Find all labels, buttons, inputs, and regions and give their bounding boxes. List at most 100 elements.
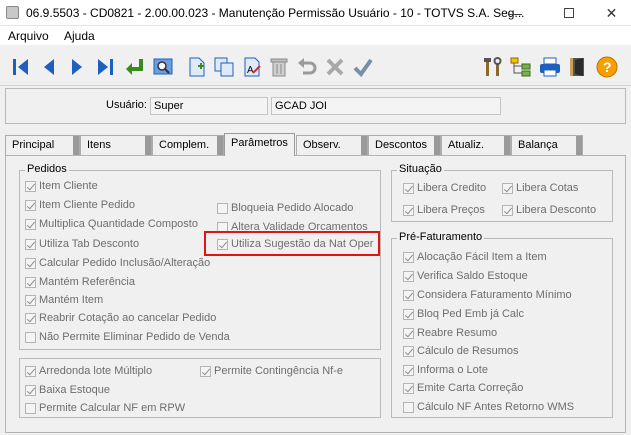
undo-button[interactable] — [294, 54, 320, 80]
checkbox[interactable] — [403, 345, 414, 357]
next-record-button[interactable] — [64, 54, 90, 80]
tab-parametros[interactable]: Parâmetros — [224, 133, 295, 156]
tree-button[interactable] — [508, 54, 534, 80]
checkbox-mantem-referencia[interactable]: Mantém Referência — [25, 275, 135, 289]
checkbox[interactable] — [25, 218, 36, 230]
tab-complem[interactable]: Complem. — [152, 135, 224, 155]
checkbox[interactable] — [403, 401, 414, 413]
checkbox[interactable] — [25, 238, 36, 250]
tools-icon — [484, 57, 502, 76]
checkbox[interactable] — [25, 276, 36, 288]
checkbox[interactable] — [403, 251, 414, 263]
checkbox-multiplica-quantidade[interactable]: Multiplica Quantidade Composto — [25, 217, 198, 231]
checkbox[interactable] — [25, 199, 36, 211]
checkbox[interactable] — [25, 257, 36, 269]
checkbox-label: Não Permite Eliminar Pedido de Venda — [39, 331, 230, 343]
copy-button[interactable] — [211, 54, 237, 80]
close-button[interactable]: ✕ — [592, 0, 631, 26]
delete-icon — [270, 58, 288, 77]
checkbox-arredonda-lote[interactable]: Arredonda lote Múltiplo — [25, 364, 152, 378]
tab-itens[interactable]: Itens — [80, 135, 152, 155]
checkbox-item-cliente[interactable]: Item Cliente — [25, 179, 98, 193]
checkbox-emite-carta-correcao[interactable]: Emite Carta Correção — [403, 381, 523, 395]
first-record-button[interactable] — [8, 54, 34, 80]
tab-panel-parametros: Pedidos Item Cliente Item Cliente Pedido… — [5, 155, 626, 433]
checkbox-label: Libera Desconto — [516, 204, 597, 216]
checkbox[interactable] — [403, 327, 414, 339]
checkbox-label: Reabre Resumo — [417, 327, 498, 339]
checkbox-libera-precos[interactable]: Libera Preços — [403, 203, 485, 217]
tab-label: Atualiz. — [448, 139, 485, 151]
checkbox-informa-lote[interactable]: Informa o Lote — [403, 363, 488, 377]
checkbox[interactable] — [25, 294, 36, 306]
checkbox-libera-cotas[interactable]: Libera Cotas — [502, 181, 578, 195]
checkbox[interactable] — [403, 382, 414, 394]
checkbox-reabrir-cotacao[interactable]: Reabrir Cotação ao cancelar Pedido — [25, 311, 216, 325]
checkbox-mantem-item[interactable]: Mantém Item — [25, 293, 103, 307]
checkbox-reabre-resumo[interactable]: Reabre Resumo — [403, 326, 497, 340]
edit-button[interactable]: A — [239, 54, 265, 80]
checkbox-permite-contingencia[interactable]: Permite Contingência Nf-e — [200, 364, 343, 378]
user-code-field[interactable]: Super — [150, 97, 268, 115]
maximize-button[interactable] — [546, 0, 592, 26]
confirm-button[interactable] — [350, 54, 376, 80]
checkbox[interactable] — [403, 182, 414, 194]
checkbox-libera-desconto[interactable]: Libera Desconto — [502, 203, 596, 217]
checkbox[interactable] — [25, 312, 36, 324]
checkbox[interactable] — [502, 182, 513, 194]
exit-button[interactable] — [566, 54, 592, 80]
checkbox[interactable] — [217, 202, 228, 214]
checkbox[interactable] — [200, 365, 211, 377]
copy-icon — [214, 57, 234, 77]
checkbox[interactable] — [403, 204, 414, 216]
last-record-button[interactable] — [92, 54, 118, 80]
checkbox-nao-permite-eliminar[interactable]: Não Permite Eliminar Pedido de Venda — [25, 330, 230, 344]
tab-descontos[interactable]: Descontos — [368, 135, 441, 155]
checkbox-bloq-ped-emb[interactable]: Bloq Ped Emb já Calc — [403, 307, 524, 321]
checkbox[interactable] — [403, 308, 414, 320]
checkbox-bloqueia-pedido-alocado[interactable]: Bloqueia Pedido Alocado — [217, 201, 353, 215]
menu-ajuda[interactable]: Ajuda — [64, 29, 95, 43]
tab-label: Parâmetros — [231, 137, 288, 149]
checkbox-label: Permite Calcular NF em RPW — [39, 402, 186, 414]
checkbox-baixa-estoque[interactable]: Baixa Estoque — [25, 383, 110, 397]
print-button[interactable] — [537, 54, 563, 80]
checkbox-calculo-resumos[interactable]: Cálculo de Resumos — [403, 344, 519, 358]
next-icon — [72, 59, 82, 75]
tab-balanca[interactable]: Balança — [511, 135, 583, 155]
new-button[interactable] — [184, 54, 210, 80]
checkbox[interactable] — [25, 384, 36, 396]
cancel-icon — [326, 58, 344, 76]
checkbox[interactable] — [403, 270, 414, 282]
checkbox-item-cliente-pedido[interactable]: Item Cliente Pedido — [25, 198, 135, 212]
tab-principal[interactable]: Principal — [5, 135, 80, 155]
checkbox-utiliza-tab-desconto[interactable]: Utiliza Tab Desconto — [25, 237, 139, 251]
goto-button[interactable] — [121, 54, 147, 80]
print-icon — [540, 57, 560, 77]
checkbox[interactable] — [502, 204, 513, 216]
previous-record-button[interactable] — [36, 54, 62, 80]
checkbox-libera-credito[interactable]: Libera Credito — [403, 181, 486, 195]
checkbox[interactable] — [403, 289, 414, 301]
search-button[interactable] — [150, 54, 176, 80]
checkbox[interactable] — [25, 180, 36, 192]
checkbox-calculo-nf-antes-retorno[interactable]: Cálculo NF Antes Retorno WMS — [403, 400, 574, 414]
tab-observ[interactable]: Observ. — [296, 135, 368, 155]
checkbox-permite-calcular-nf[interactable]: Permite Calcular NF em RPW — [25, 401, 185, 415]
cancel-button[interactable] — [322, 54, 348, 80]
checkbox[interactable] — [25, 331, 36, 343]
tools-button[interactable] — [480, 54, 506, 80]
minimize-button[interactable]: — — [492, 0, 538, 26]
delete-button[interactable] — [266, 54, 292, 80]
tab-atualiz[interactable]: Atualiz. — [441, 135, 511, 155]
checkbox[interactable] — [403, 364, 414, 376]
checkbox-verifica-saldo[interactable]: Verifica Saldo Estoque — [403, 269, 528, 283]
user-name-field[interactable]: GCAD JOI — [271, 97, 501, 115]
help-button[interactable]: ? — [594, 54, 620, 80]
checkbox-considera-faturamento[interactable]: Considera Faturamento Mínimo — [403, 288, 572, 302]
checkbox[interactable] — [25, 365, 36, 377]
checkbox[interactable] — [25, 402, 36, 414]
menu-arquivo[interactable]: Arquivo — [8, 29, 49, 43]
checkbox-alocacao-facil[interactable]: Alocação Fácil Item a Item — [403, 250, 547, 264]
checkbox-calcular-pedido[interactable]: Calcular Pedido Inclusão/Alteração — [25, 256, 210, 270]
